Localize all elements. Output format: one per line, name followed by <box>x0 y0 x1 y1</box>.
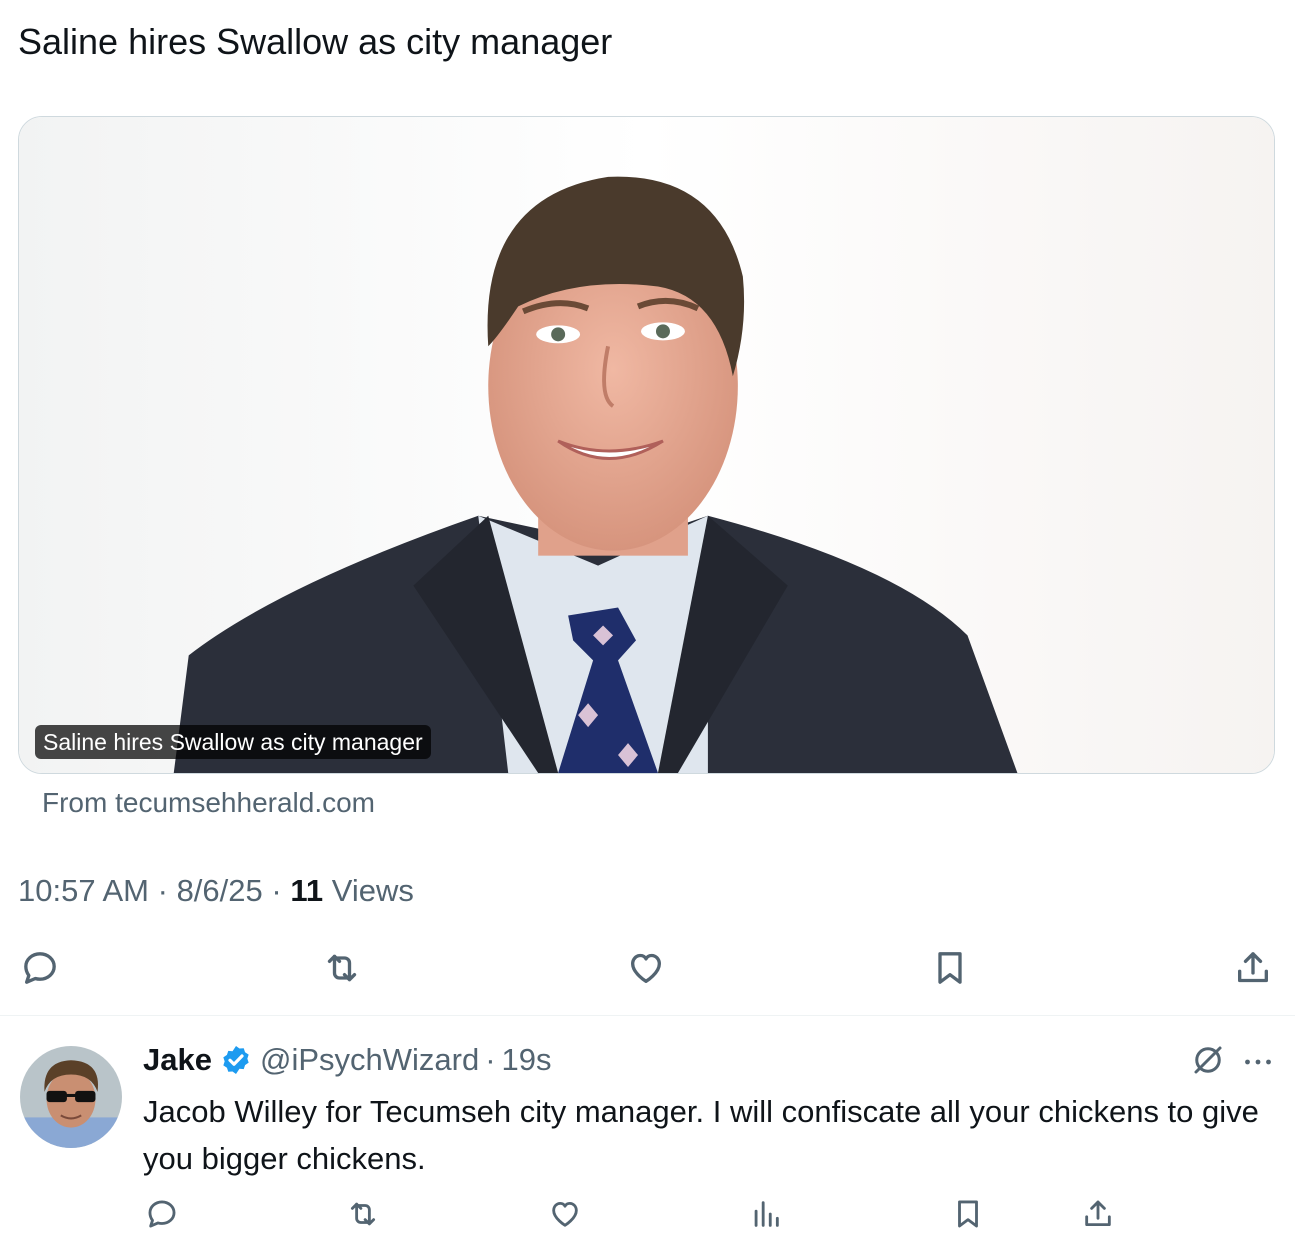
reply-time[interactable]: 19s <box>502 1040 552 1080</box>
more-options-icon[interactable] <box>1240 1044 1276 1080</box>
bookmark-icon <box>958 1200 978 1228</box>
card-caption: Saline hires Swallow as city manager <box>35 725 431 759</box>
share-icon <box>1238 952 1268 983</box>
views-icon <box>754 1201 779 1227</box>
reply-like-button[interactable] <box>545 1192 585 1236</box>
like-button[interactable] <box>624 944 668 992</box>
share-button[interactable] <box>1231 944 1275 992</box>
reply-action-bar <box>0 1192 1295 1240</box>
views-label: Views <box>331 873 414 908</box>
tweet-time[interactable]: 10:57 AM <box>18 873 149 908</box>
reply-separator: · <box>485 1042 496 1077</box>
reply-reply-button[interactable] <box>142 1192 182 1236</box>
avatar-image <box>20 1046 122 1148</box>
tweet-meta: 10:57 AM · 8/6/25 · 11 Views <box>18 870 414 912</box>
card-image <box>19 117 1274 773</box>
grok-icon[interactable] <box>1190 1042 1226 1078</box>
verified-badge-icon <box>223 1046 249 1074</box>
reply-icon <box>24 952 56 984</box>
retweet-button[interactable] <box>320 944 364 992</box>
meta-separator: · <box>157 873 168 908</box>
reply-icon <box>148 1200 176 1228</box>
tweet-action-bar <box>18 944 1275 994</box>
retweet-icon <box>327 954 357 982</box>
reply-header: Jake @iPsychWizard · 19s <box>143 1040 552 1080</box>
views-count: 11 <box>290 873 324 908</box>
avatar[interactable] <box>20 1046 122 1148</box>
reply-share-button[interactable] <box>1078 1192 1118 1236</box>
reply-text: Jacob Willey for Tecumseh city manager. … <box>143 1094 1259 1176</box>
share-icon <box>1085 1200 1111 1227</box>
bookmark-icon <box>938 952 962 984</box>
tweet-text: Saline hires Swallow as city manager <box>18 21 613 62</box>
link-card[interactable]: Saline hires Swallow as city manager <box>18 116 1275 774</box>
tweet-date[interactable]: 8/6/25 <box>177 873 263 908</box>
reply-bookmark-button[interactable] <box>948 1192 988 1236</box>
like-icon <box>552 1201 578 1227</box>
reply-views-button[interactable] <box>746 1192 786 1236</box>
reply-retweet-button[interactable] <box>343 1192 383 1236</box>
card-source[interactable]: From tecumsehherald.com <box>42 784 375 822</box>
reply-handle[interactable]: @iPsychWizard <box>260 1040 479 1080</box>
reply-button[interactable] <box>18 944 62 992</box>
divider <box>0 1015 1295 1016</box>
retweet-icon <box>350 1202 376 1226</box>
meta-separator: · <box>271 873 282 908</box>
reply-display-name[interactable]: Jake <box>143 1040 212 1080</box>
bookmark-button[interactable] <box>928 944 972 992</box>
like-icon <box>631 953 661 983</box>
